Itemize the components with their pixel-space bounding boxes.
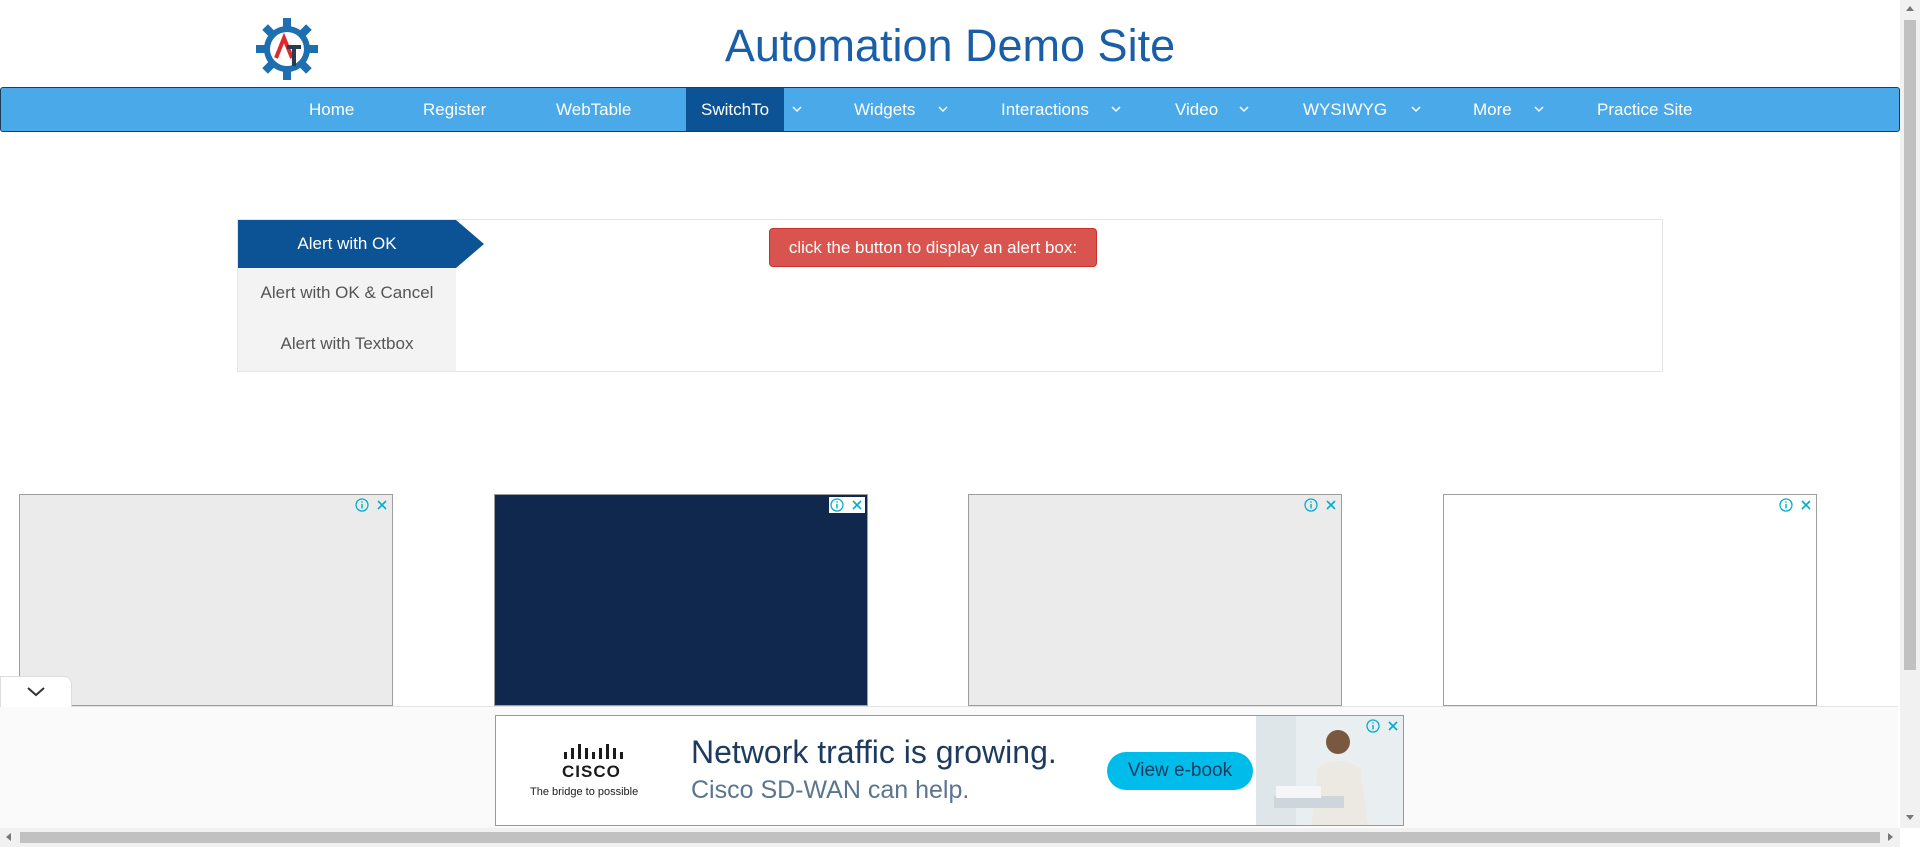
- vertical-scrollbar[interactable]: [1900, 0, 1920, 828]
- chevron-down-icon[interactable]: [937, 104, 949, 114]
- scroll-down-icon[interactable]: [1906, 815, 1914, 820]
- nav-wysiwyg[interactable]: WYSIWYG: [1303, 88, 1387, 131]
- cisco-banner-ad[interactable]: CISCO The bridge to possible Network tra…: [495, 715, 1404, 826]
- view-ebook-button[interactable]: View e-book: [1107, 752, 1253, 790]
- cisco-logo-icon: [564, 744, 623, 759]
- banner-headline: Network traffic is growing.: [691, 734, 1057, 770]
- chevron-down-icon[interactable]: [1533, 104, 1545, 114]
- scroll-right-icon[interactable]: [1888, 833, 1893, 841]
- nav-practice-site[interactable]: Practice Site: [1597, 88, 1692, 131]
- nav-interactions[interactable]: Interactions: [1001, 88, 1089, 131]
- ad-close-icon[interactable]: [1323, 497, 1339, 513]
- ad-info-icon[interactable]: [1778, 497, 1794, 513]
- ad-slot[interactable]: [1443, 494, 1817, 706]
- collapse-ad-button[interactable]: [0, 676, 72, 707]
- horizontal-scroll-thumb[interactable]: [20, 832, 1880, 843]
- ad-info-icon[interactable]: [354, 497, 370, 513]
- nav-home[interactable]: Home: [309, 88, 354, 131]
- chevron-down-icon[interactable]: [791, 104, 803, 114]
- ad-close-icon[interactable]: [374, 497, 390, 513]
- ad-close-icon[interactable]: [849, 497, 865, 513]
- ad-slot[interactable]: [494, 494, 868, 706]
- scroll-up-icon[interactable]: [1906, 6, 1914, 11]
- site-title: Automation Demo Site: [724, 20, 1176, 71]
- ad-close-icon[interactable]: [1385, 718, 1401, 734]
- cisco-brand: CISCO: [562, 762, 621, 781]
- chevron-down-icon[interactable]: [1410, 104, 1422, 114]
- alert-tabs: Alert with OK Alert with OK & Cancel Ale…: [238, 220, 456, 371]
- ad-slot[interactable]: [968, 494, 1342, 706]
- ad-info-icon[interactable]: [829, 497, 845, 513]
- banner-subline: Cisco SD-WAN can help.: [691, 776, 970, 804]
- tab-alert-textbox[interactable]: Alert with Textbox: [238, 320, 456, 368]
- nav-switchto[interactable]: SwitchTo: [686, 88, 785, 131]
- tab-alert-ok[interactable]: Alert with OK: [238, 220, 456, 268]
- active-tab-arrow-icon: [456, 220, 484, 268]
- nav-register[interactable]: Register: [423, 88, 486, 131]
- cisco-tagline: The bridge to possible: [530, 786, 639, 798]
- display-alert-button[interactable]: click the button to display an alert box…: [769, 228, 1097, 267]
- ad-info-icon[interactable]: [1365, 718, 1381, 734]
- scroll-left-icon[interactable]: [6, 833, 11, 841]
- nav-video[interactable]: Video: [1175, 88, 1218, 131]
- tab-alert-ok-cancel[interactable]: Alert with OK & Cancel: [238, 269, 456, 317]
- ad-close-icon[interactable]: [1798, 497, 1814, 513]
- horizontal-scrollbar[interactable]: [0, 828, 1900, 847]
- alert-panel: Alert with OK Alert with OK & Cancel Ale…: [237, 219, 1663, 372]
- vertical-scroll-thumb[interactable]: [1904, 20, 1916, 670]
- ad-info-icon[interactable]: [1303, 497, 1319, 513]
- main-nav: Home Register WebTable SwitchTo Widgets …: [0, 87, 1900, 132]
- nav-widgets[interactable]: Widgets: [854, 88, 915, 131]
- chevron-down-icon[interactable]: [1238, 104, 1250, 114]
- ad-slot[interactable]: [19, 494, 393, 706]
- nav-more[interactable]: More: [1473, 88, 1512, 131]
- chevron-down-icon[interactable]: [1110, 104, 1122, 114]
- chevron-down-icon: [27, 687, 45, 697]
- nav-webtable[interactable]: WebTable: [556, 88, 631, 131]
